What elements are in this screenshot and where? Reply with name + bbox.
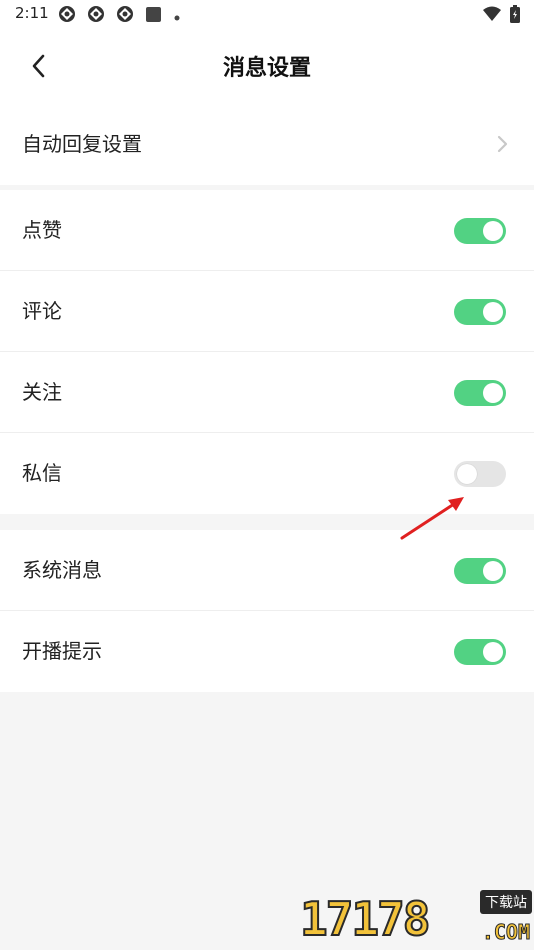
notification-icon — [116, 5, 134, 27]
live-notice-row: 开播提示 — [0, 611, 534, 692]
toggle-knob — [483, 221, 503, 241]
page-title: 消息设置 — [222, 56, 311, 81]
settings-group-interactions: 点赞 评论 关注 私信 — [0, 190, 534, 514]
toggle-knob — [483, 561, 503, 581]
status-notification-icons — [58, 5, 187, 23]
row-label: 开播提示 — [22, 639, 102, 663]
square-icon — [145, 6, 162, 27]
like-row: 点赞 — [0, 190, 534, 271]
settings-group-auto-reply: 自动回复设置 — [0, 104, 534, 185]
auto-reply-settings-row[interactable]: 自动回复设置 — [0, 104, 534, 185]
like-toggle[interactable] — [454, 218, 506, 244]
row-label: 点赞 — [22, 218, 62, 242]
toggle-knob — [483, 642, 503, 662]
row-label: 关注 — [22, 380, 62, 404]
comment-row: 评论 — [0, 271, 534, 352]
private-message-toggle[interactable] — [454, 461, 506, 487]
dot-icon — [173, 7, 181, 26]
system-message-row: 系统消息 — [0, 530, 534, 611]
watermark-tag: 下载站 — [480, 890, 532, 914]
toggle-knob — [457, 464, 477, 484]
row-label: 私信 — [22, 461, 62, 485]
watermark-suffix: .COM — [481, 920, 530, 945]
comment-toggle[interactable] — [454, 299, 506, 325]
live-notice-toggle[interactable] — [454, 639, 506, 665]
wifi-icon — [482, 6, 501, 26]
status-time: 2:11 — [15, 4, 49, 22]
toggle-knob — [483, 383, 503, 403]
row-label: 评论 — [22, 299, 62, 323]
toggle-knob — [483, 302, 503, 322]
row-label: 系统消息 — [22, 558, 102, 582]
system-message-toggle[interactable] — [454, 558, 506, 584]
nav-bar: 消息设置 — [0, 28, 534, 104]
status-bar: 2:11 — [0, 0, 534, 28]
watermark-logo: 17178 下载站 .COM — [299, 890, 532, 947]
annotation-arrow-icon — [400, 497, 464, 540]
battery-icon — [510, 5, 520, 27]
follow-toggle[interactable] — [454, 380, 506, 406]
row-label: 自动回复设置 — [22, 132, 142, 156]
watermark-number: 17178 — [299, 891, 431, 947]
status-right-icons — [479, 5, 520, 27]
chevron-right-icon — [497, 135, 508, 153]
settings-group-system: 系统消息 开播提示 — [0, 530, 534, 692]
notification-icon — [58, 5, 76, 27]
notification-icon — [87, 5, 105, 27]
follow-row: 关注 — [0, 352, 534, 433]
